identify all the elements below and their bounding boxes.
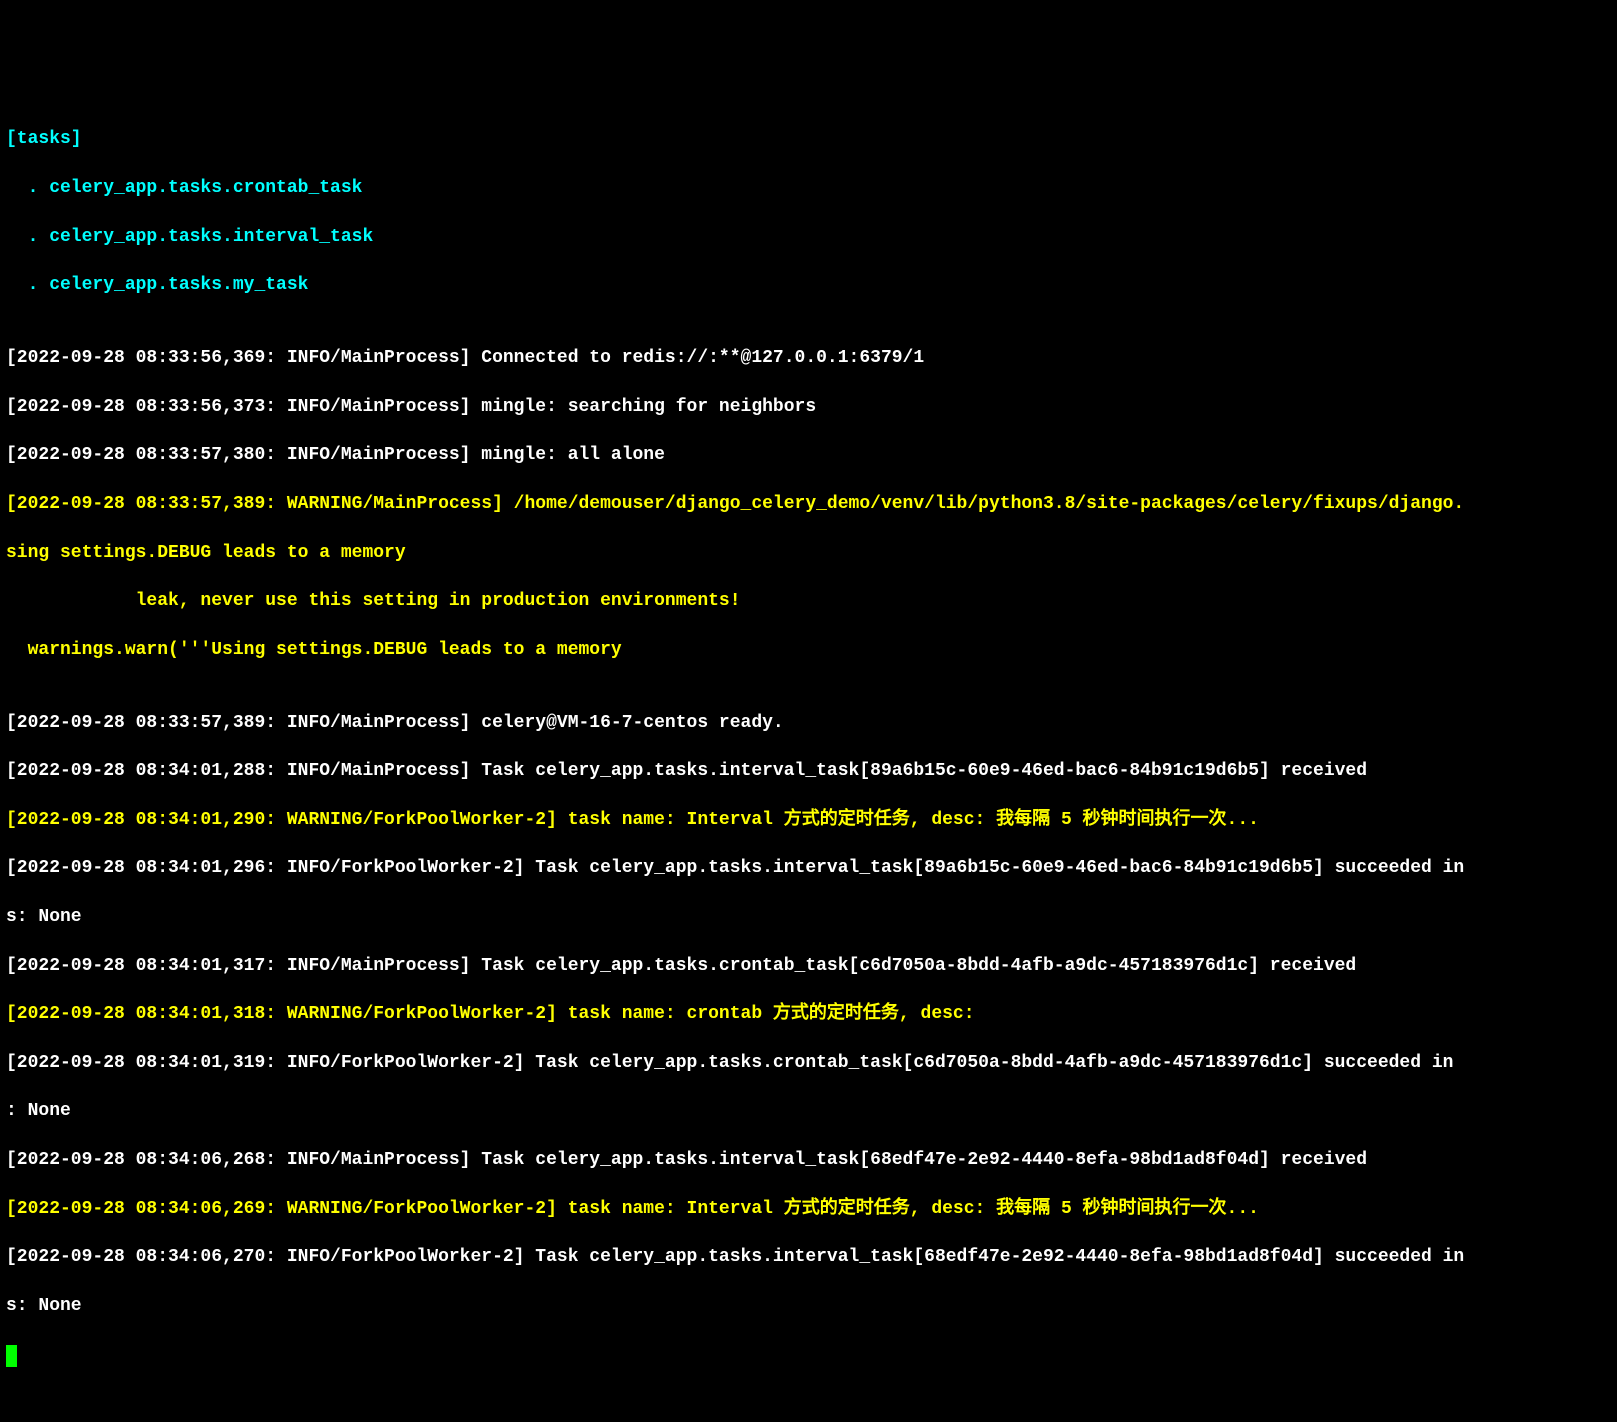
- log-line: [2022-09-28 08:33:56,373: INFO/MainProce…: [6, 395, 1611, 419]
- task-item: . celery_app.tasks.crontab_task: [6, 176, 1611, 200]
- log-line: [2022-09-28 08:33:57,380: INFO/MainProce…: [6, 443, 1611, 467]
- log-line: s: None: [6, 905, 1611, 929]
- log-line-warning: [2022-09-28 08:34:06,269: WARNING/ForkPo…: [6, 1197, 1611, 1221]
- tasks-header: [tasks]: [6, 127, 1611, 151]
- log-line: [2022-09-28 08:34:01,317: INFO/MainProce…: [6, 954, 1611, 978]
- log-line: [2022-09-28 08:34:06,268: INFO/MainProce…: [6, 1148, 1611, 1172]
- log-line-warning: warnings.warn('''Using settings.DEBUG le…: [6, 638, 1611, 662]
- log-line-warning: [2022-09-28 08:33:57,389: WARNING/MainPr…: [6, 492, 1611, 516]
- log-line: s: None: [6, 1294, 1611, 1318]
- task-item: . celery_app.tasks.my_task: [6, 273, 1611, 297]
- terminal-cursor[interactable]: [6, 1345, 17, 1367]
- log-line: [2022-09-28 08:34:01,296: INFO/ForkPoolW…: [6, 856, 1611, 880]
- log-line: [2022-09-28 08:34:06,270: INFO/ForkPoolW…: [6, 1245, 1611, 1269]
- log-line-warning: sing settings.DEBUG leads to a memory: [6, 541, 1611, 565]
- cursor-line[interactable]: [6, 1342, 1611, 1366]
- log-line-warning: leak, never use this setting in producti…: [6, 589, 1611, 613]
- log-line: [2022-09-28 08:33:56,369: INFO/MainProce…: [6, 346, 1611, 370]
- log-line: [2022-09-28 08:33:57,389: INFO/MainProce…: [6, 711, 1611, 735]
- task-item: . celery_app.tasks.interval_task: [6, 225, 1611, 249]
- log-line: [2022-09-28 08:34:01,319: INFO/ForkPoolW…: [6, 1051, 1611, 1075]
- terminal-output: [tasks] . celery_app.tasks.crontab_task …: [6, 103, 1611, 1391]
- log-line-warning: [2022-09-28 08:34:01,318: WARNING/ForkPo…: [6, 1002, 1611, 1026]
- log-line: : None: [6, 1099, 1611, 1123]
- log-line: [2022-09-28 08:34:01,288: INFO/MainProce…: [6, 759, 1611, 783]
- log-line-warning: [2022-09-28 08:34:01,290: WARNING/ForkPo…: [6, 808, 1611, 832]
